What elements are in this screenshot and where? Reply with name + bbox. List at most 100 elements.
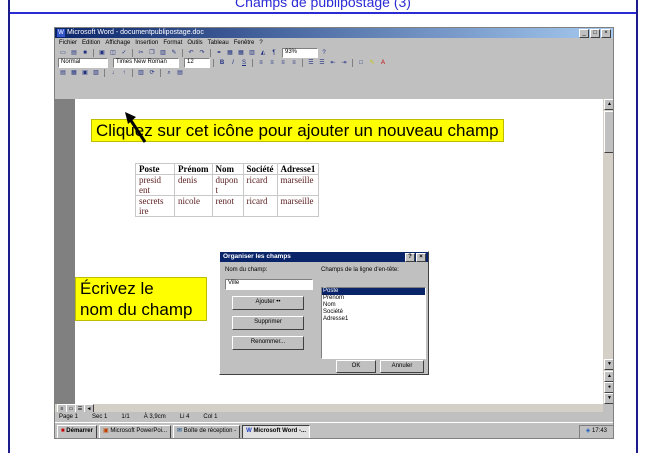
find-record-icon[interactable]: ⌕ [164, 68, 174, 78]
data-form-icon[interactable]: ▤ [58, 68, 68, 78]
font-color-icon[interactable]: A [378, 58, 388, 68]
cancel-button[interactable]: Annuler [380, 360, 424, 373]
cut-icon[interactable]: ✂ [136, 48, 146, 58]
task-powerpoint[interactable]: ▣ Microsoft PowerPoi... [98, 425, 172, 438]
update-fields-icon[interactable]: ⟳ [147, 68, 157, 78]
table-cell[interactable]: secrets ire [135, 195, 175, 217]
scroll-up-icon[interactable]: ▲ [604, 99, 613, 110]
open-icon[interactable]: ▤ [69, 48, 79, 58]
bold-icon[interactable]: B [217, 58, 227, 68]
header-societe: Société [242, 163, 278, 175]
sort-ascending-icon[interactable]: ↓ [108, 68, 118, 78]
menu-help[interactable]: ? [259, 38, 262, 48]
menu-fenetre[interactable]: Fenêtre [234, 38, 255, 48]
menu-outils[interactable]: Outils [187, 38, 202, 48]
undo-icon[interactable]: ↶ [186, 48, 196, 58]
dialog-help-button[interactable]: ? [405, 253, 415, 262]
task-inbox[interactable]: ✉ Boîte de réception - [173, 425, 241, 438]
align-center-icon[interactable]: ≡ [267, 58, 277, 68]
table-cell[interactable]: ricard [242, 195, 278, 217]
status-pages: 1/1 [121, 414, 130, 420]
manage-fields-icon[interactable]: ▦ [69, 68, 79, 78]
show-hide-icon[interactable]: ¶ [269, 48, 279, 58]
add-field-button[interactable]: Ajouter •• [232, 296, 304, 310]
font-select[interactable]: Times New Roman [113, 58, 179, 68]
zoom-select[interactable]: 93% [282, 48, 318, 58]
window-title: Microsoft Word - documentpublipostage.do… [67, 29, 204, 36]
save-icon[interactable]: ■ [80, 48, 90, 58]
close-button[interactable]: × [601, 29, 611, 38]
menu-edition[interactable]: Edition [82, 38, 100, 48]
tables-borders-icon[interactable]: ▦ [225, 48, 235, 58]
dialog-close-button[interactable]: × [416, 253, 426, 262]
table-cell[interactable]: marseille [276, 174, 320, 196]
italic-icon[interactable]: I [228, 58, 238, 68]
drawing-icon[interactable]: ◭ [258, 48, 268, 58]
underline-icon[interactable]: S [239, 58, 249, 68]
rename-field-button[interactable]: Renommer... [232, 336, 304, 350]
format-painter-icon[interactable]: ✎ [169, 48, 179, 58]
preview-icon[interactable]: ◫ [108, 48, 118, 58]
sort-descending-icon[interactable]: ↑ [119, 68, 129, 78]
list-item[interactable]: Adresse1 [322, 316, 425, 323]
table-cell[interactable]: marseille [276, 195, 320, 217]
menu-tableau[interactable]: Tableau [208, 38, 229, 48]
copy-icon[interactable]: ❐ [147, 48, 157, 58]
insert-table-icon[interactable]: ▦ [236, 48, 246, 58]
menu-affichage[interactable]: Affichage [105, 38, 130, 48]
next-page-icon[interactable]: ▼ [604, 393, 613, 404]
list-item[interactable]: Prénom [322, 295, 425, 302]
font-size-select[interactable]: 12 [184, 58, 210, 68]
table-cell[interactable]: dupon t [211, 174, 244, 196]
table-cell[interactable]: ricard [242, 174, 278, 196]
print-icon[interactable]: ▣ [97, 48, 107, 58]
borders-icon[interactable]: □ [356, 58, 366, 68]
insert-database-icon[interactable]: ▥ [136, 68, 146, 78]
columns-icon[interactable]: ▥ [247, 48, 257, 58]
mail-merge-main-icon[interactable]: ▤ [175, 68, 185, 78]
start-button[interactable]: ■ Démarrer [57, 425, 97, 438]
list-item[interactable]: Poste [322, 288, 425, 295]
table-cell[interactable]: nicole [174, 195, 213, 217]
horizontal-scrollbar[interactable]: ≡ ▭ ☰ ◄ [55, 404, 603, 413]
justify-icon[interactable]: ≡ [289, 58, 299, 68]
bullets-icon[interactable]: ☰ [317, 58, 327, 68]
scroll-down-icon[interactable]: ▼ [604, 359, 613, 370]
align-left-icon[interactable]: ≡ [256, 58, 266, 68]
minimize-button[interactable]: _ [579, 29, 589, 38]
menu-format[interactable]: Format [163, 38, 182, 48]
numbering-icon[interactable]: ☰ [306, 58, 316, 68]
delete-record-icon[interactable]: ▧ [91, 68, 101, 78]
hyperlink-icon[interactable]: ⚭ [214, 48, 224, 58]
table-cell[interactable]: renot [211, 195, 244, 217]
ruler-area [55, 91, 613, 99]
menu-fichier[interactable]: Fichier [59, 38, 77, 48]
style-select[interactable]: Normal [58, 58, 108, 68]
delete-field-button[interactable]: Supprimer [232, 316, 304, 330]
taskbar: ■ Démarrer ▣ Microsoft PowerPoi... ✉ Boî… [55, 422, 613, 438]
highlight-icon[interactable]: ✎ [367, 58, 377, 68]
list-item[interactable]: Société [322, 309, 425, 316]
maximize-button[interactable]: □ [590, 29, 600, 38]
scroll-thumb[interactable] [604, 111, 613, 153]
redo-icon[interactable]: ↷ [197, 48, 207, 58]
new-document-icon[interactable]: ▭ [58, 48, 68, 58]
align-right-icon[interactable]: ≡ [278, 58, 288, 68]
menu-insertion[interactable]: Insertion [135, 38, 158, 48]
help-icon[interactable]: ? [319, 48, 329, 58]
previous-page-icon[interactable]: ▲ [604, 371, 613, 382]
spelling-icon[interactable]: ✓ [119, 48, 129, 58]
increase-indent-icon[interactable]: ⇥ [339, 58, 349, 68]
decrease-indent-icon[interactable]: ⇤ [328, 58, 338, 68]
ok-button[interactable]: OK [336, 360, 376, 373]
table-cell[interactable]: denis [174, 174, 213, 196]
list-item[interactable]: Nom [322, 302, 425, 309]
field-name-input[interactable]: Ville [225, 279, 313, 290]
table-cell[interactable]: presid ent [135, 174, 175, 196]
task-word[interactable]: W Microsoft Word -... [242, 425, 310, 438]
select-browse-object-icon[interactable]: ● [604, 382, 613, 393]
header-fields-list[interactable]: Poste Prénom Nom Société Adresse1 [321, 287, 426, 359]
add-new-record-icon[interactable]: ▣ [80, 68, 90, 78]
paste-icon[interactable]: ▥ [158, 48, 168, 58]
vertical-scrollbar[interactable]: ▲ ▼ ▲ ● ▼ [603, 99, 613, 404]
